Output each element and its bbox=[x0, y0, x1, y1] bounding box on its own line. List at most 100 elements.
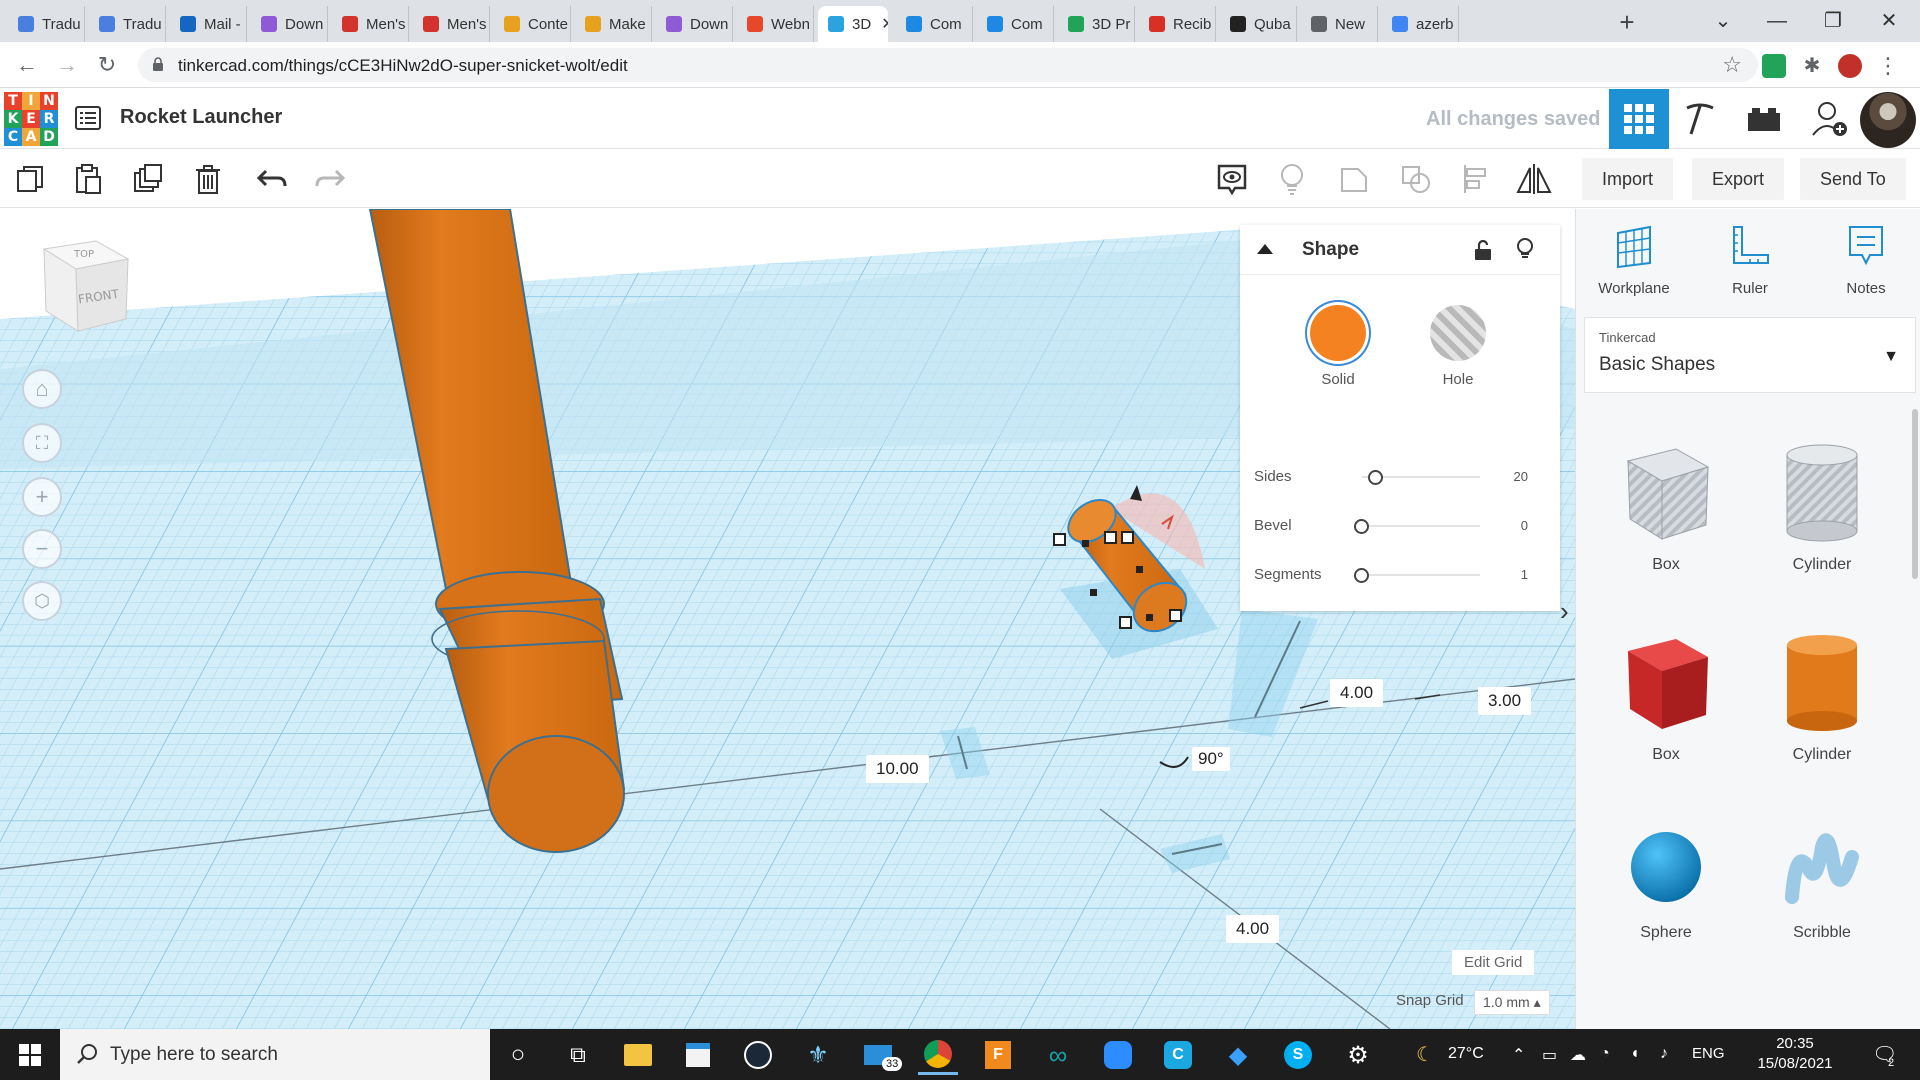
zoom-out-icon[interactable]: − bbox=[22, 529, 62, 569]
3d-design-view-button[interactable] bbox=[1609, 89, 1669, 149]
new-tab-button[interactable]: + bbox=[1612, 8, 1642, 38]
lightbulb-icon[interactable] bbox=[1516, 237, 1534, 261]
zoom-in-icon[interactable]: + bbox=[22, 477, 62, 517]
steam-icon[interactable] bbox=[738, 1035, 778, 1075]
taskbar-clock[interactable]: 20:35 15/08/2021 bbox=[1750, 1034, 1840, 1074]
bevel-slider[interactable] bbox=[1362, 525, 1480, 527]
game-launcher-icon[interactable]: ⚜ bbox=[798, 1035, 838, 1075]
close-window-button[interactable]: ✕ bbox=[1866, 4, 1912, 38]
maximize-button[interactable]: ❐ bbox=[1810, 4, 1856, 38]
language-indicator[interactable]: ENG bbox=[1692, 1045, 1725, 1062]
hole-swatch[interactable] bbox=[1430, 305, 1486, 361]
url-bar[interactable]: tinkercad.com/things/cCE3HiNw2dO-super-s… bbox=[138, 48, 1758, 82]
solid-color-swatch[interactable] bbox=[1310, 305, 1366, 361]
paste-button[interactable] bbox=[68, 159, 108, 199]
length-dimension-value[interactable]: 4.00 bbox=[1226, 915, 1280, 943]
orthographic-view-icon[interactable]: ⬡ bbox=[22, 581, 62, 621]
undo-button[interactable] bbox=[252, 159, 292, 199]
segments-slider-knob[interactable] bbox=[1354, 568, 1369, 583]
import-button[interactable]: Import bbox=[1582, 158, 1674, 200]
tab-search-icon[interactable]: ⌄ bbox=[1700, 4, 1746, 38]
workplane-tool[interactable]: Workplane bbox=[1584, 223, 1684, 297]
snap-grid-select[interactable]: 1.0 mm ▴ bbox=[1474, 990, 1550, 1015]
ruler-tool[interactable]: Ruler bbox=[1700, 223, 1800, 297]
temperature[interactable]: 27°C bbox=[1448, 1045, 1484, 1063]
collapse-caret-icon[interactable] bbox=[1256, 243, 1274, 255]
battery-icon[interactable]: ▭ bbox=[1542, 1045, 1557, 1065]
browser-tab[interactable]: New bbox=[1301, 6, 1378, 42]
segments-slider[interactable] bbox=[1362, 574, 1480, 576]
zoom-icon[interactable] bbox=[1098, 1035, 1138, 1075]
shape-box-hole[interactable]: Box bbox=[1596, 439, 1736, 574]
redo-button[interactable] bbox=[310, 159, 350, 199]
edit-grid-button[interactable]: Edit Grid bbox=[1452, 950, 1535, 975]
lock-icon[interactable] bbox=[152, 57, 164, 71]
hole-option[interactable]: Hole bbox=[1418, 305, 1498, 388]
arduino-icon[interactable]: ∞ bbox=[1038, 1035, 1078, 1075]
send-to-button[interactable]: Send To bbox=[1800, 158, 1906, 200]
group-button[interactable] bbox=[1334, 159, 1374, 199]
align-button[interactable] bbox=[1456, 159, 1496, 199]
home-view-icon[interactable]: ⌂ bbox=[22, 369, 62, 409]
chrome-icon[interactable] bbox=[918, 1035, 958, 1075]
lego-bricks-view-button[interactable] bbox=[1734, 89, 1794, 149]
volume-icon[interactable]: ◖ bbox=[1630, 1045, 1640, 1063]
view-cube[interactable]: TOP FRONT bbox=[36, 239, 136, 339]
sound-icon[interactable]: ♪ bbox=[1660, 1045, 1668, 1063]
sides-slider-knob[interactable] bbox=[1368, 470, 1383, 485]
back-icon[interactable]: ← bbox=[12, 50, 42, 80]
width-dimension-value[interactable]: 4.00 bbox=[1330, 679, 1384, 707]
ungroup-button[interactable] bbox=[1396, 159, 1436, 199]
chevron-down-icon[interactable]: ▼ bbox=[1883, 348, 1899, 366]
browser-tab[interactable]: Down bbox=[251, 6, 328, 42]
browser-tab[interactable]: Men's bbox=[413, 6, 490, 42]
tab-close-icon[interactable]: ✕ bbox=[881, 14, 888, 34]
fit-view-icon[interactable]: ⛶ bbox=[22, 423, 62, 463]
depth-dimension-value[interactable]: 3.00 bbox=[1478, 687, 1532, 715]
bevel-value[interactable]: 0 bbox=[1521, 518, 1528, 533]
show-all-button[interactable] bbox=[1212, 159, 1252, 199]
browser-tab[interactable]: Recib bbox=[1139, 6, 1216, 42]
minecraft-view-button[interactable] bbox=[1670, 89, 1730, 149]
tinkercad-logo[interactable]: TINKERCAD bbox=[4, 92, 58, 146]
duplicate-button[interactable] bbox=[128, 159, 168, 199]
mail-icon[interactable]: 33 bbox=[858, 1035, 903, 1075]
shape-scribble[interactable]: Scribble bbox=[1752, 827, 1892, 942]
copy-button[interactable] bbox=[10, 159, 50, 199]
invite-user-button[interactable] bbox=[1800, 89, 1860, 149]
minimize-button[interactable]: — bbox=[1754, 4, 1800, 38]
export-button[interactable]: Export bbox=[1692, 158, 1785, 200]
tray-overflow-icon[interactable]: ⌃ bbox=[1512, 1045, 1525, 1065]
store-icon[interactable] bbox=[678, 1035, 718, 1075]
project-title[interactable]: Rocket Launcher bbox=[120, 106, 282, 129]
settings-gear-icon[interactable]: ⚙ bbox=[1338, 1035, 1378, 1075]
c-app-icon[interactable]: C bbox=[1158, 1035, 1198, 1075]
bookmark-star-icon[interactable]: ☆ bbox=[1722, 52, 1742, 78]
browser-tab[interactable]: Make bbox=[575, 6, 652, 42]
browser-menu-icon[interactable]: ⋮ bbox=[1876, 54, 1900, 78]
file-explorer-icon[interactable] bbox=[618, 1035, 658, 1075]
browser-tab[interactable]: Down bbox=[656, 6, 733, 42]
fusion-app-icon[interactable]: F bbox=[978, 1035, 1018, 1075]
browser-tab[interactable]: 3D Pr bbox=[1058, 6, 1135, 42]
reload-icon[interactable]: ↻ bbox=[92, 50, 122, 80]
arrow-app-icon[interactable]: ◆ bbox=[1218, 1035, 1258, 1075]
sides-value[interactable]: 20 bbox=[1514, 469, 1528, 484]
user-avatar[interactable] bbox=[1860, 92, 1916, 148]
browser-tab[interactable]: Conte bbox=[494, 6, 571, 42]
shape-cylinder[interactable]: Cylinder bbox=[1752, 629, 1892, 764]
weather-moon-icon[interactable]: ☾ bbox=[1416, 1042, 1434, 1067]
browser-tab[interactable]: Com bbox=[896, 6, 973, 42]
browser-tab[interactable]: Tradu bbox=[8, 6, 85, 42]
browser-tab[interactable]: Tradu bbox=[89, 6, 166, 42]
browser-tab[interactable]: 3D ✕ bbox=[818, 6, 888, 42]
height-dimension-value[interactable]: 10.00 bbox=[866, 755, 929, 783]
skype-icon[interactable]: S bbox=[1278, 1035, 1318, 1075]
browser-tab[interactable]: Quba bbox=[1220, 6, 1297, 42]
browser-tab[interactable]: azerb bbox=[1382, 6, 1459, 42]
task-view-icon[interactable]: ⧉ bbox=[558, 1035, 598, 1075]
shape-box[interactable]: Box bbox=[1596, 629, 1736, 764]
browser-tab[interactable]: Webn bbox=[737, 6, 814, 42]
taskbar-search-box[interactable]: Type here to search bbox=[60, 1029, 490, 1080]
extension-check-icon[interactable] bbox=[1762, 54, 1786, 78]
